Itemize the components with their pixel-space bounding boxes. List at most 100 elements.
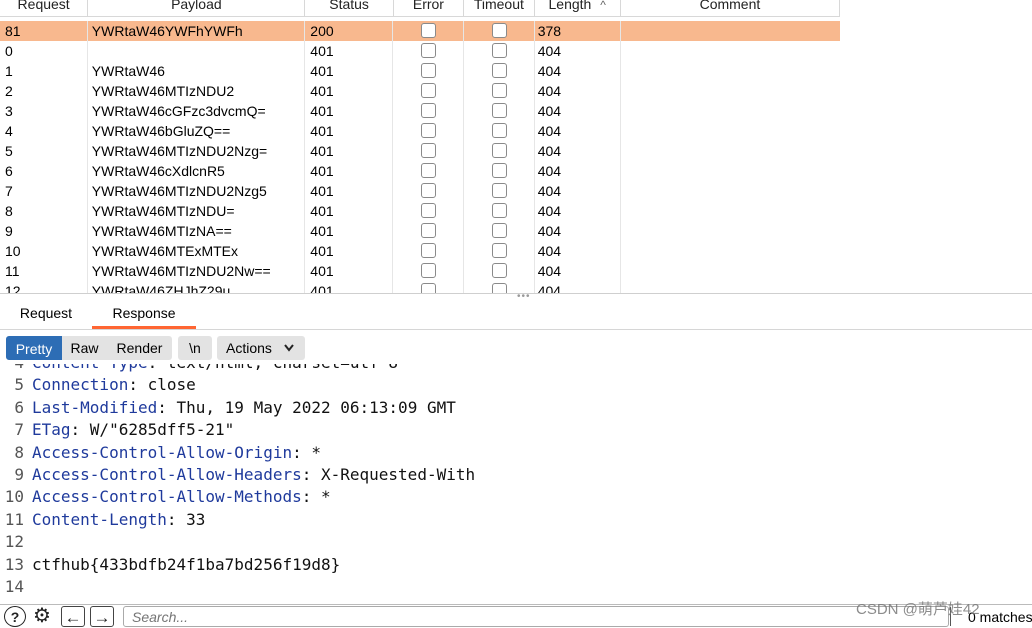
timeout-checkbox[interactable] (491, 83, 507, 98)
cell-payload: YWRtaW46MTExMTEx (88, 241, 306, 261)
error-checkbox[interactable] (421, 63, 437, 78)
error-checkbox[interactable] (421, 123, 437, 138)
column-header-request[interactable]: Request (0, 0, 89, 16)
timeout-checkbox[interactable] (491, 183, 507, 198)
cell-timeout (464, 241, 535, 261)
error-checkbox[interactable] (421, 283, 437, 293)
response-editor[interactable]: 4Content-Type: text/html; charset=utf-85… (0, 364, 1032, 605)
cell-length: 404 (535, 101, 621, 121)
error-checkbox[interactable] (421, 43, 437, 58)
table-header: Request Payload Status Error Timeout Len… (0, 0, 841, 17)
table-row[interactable]: 81 YWRtaW46YWFhYWFh 200 378 (0, 21, 840, 41)
error-checkbox[interactable] (421, 223, 437, 238)
cell-timeout (464, 61, 535, 81)
error-checkbox[interactable] (421, 163, 437, 178)
table-row[interactable]: 5 YWRtaW46MTIzNDU2Nzg= 401 404 (0, 141, 840, 161)
code-line: 4 Content-Type: text/html; charset=utf-8 (0, 364, 1032, 374)
cell-request: 81 (0, 21, 88, 41)
error-checkbox[interactable] (421, 83, 437, 98)
column-header-length[interactable]: Length ^ (535, 0, 621, 16)
cell-length: 404 (535, 281, 621, 293)
line-number: 9 (14, 465, 24, 484)
timeout-checkbox[interactable] (491, 23, 507, 38)
code-text: Content-Length: 33 (32, 509, 205, 531)
column-header-payload[interactable]: Payload (88, 0, 306, 16)
cell-error (393, 21, 464, 41)
timeout-checkbox[interactable] (491, 123, 507, 138)
timeout-checkbox[interactable] (491, 223, 507, 238)
cell-comment (621, 81, 840, 101)
error-checkbox[interactable] (421, 203, 437, 218)
table-row[interactable]: 3 YWRtaW46cGFzc3dvcmQ= 401 404 (0, 101, 840, 121)
cell-status: 401 (305, 141, 394, 161)
timeout-checkbox[interactable] (491, 243, 507, 258)
tab-response[interactable]: Response (92, 299, 196, 329)
header-name: Connection (32, 375, 129, 395)
render-button[interactable]: Render (107, 336, 172, 360)
table-row[interactable]: 12 YWRtaW46ZHJhZ29u 401 404 (0, 281, 840, 293)
cell-error (393, 161, 464, 181)
timeout-checkbox[interactable] (491, 163, 507, 178)
error-checkbox[interactable] (421, 263, 437, 278)
cell-error (393, 241, 464, 261)
cell-timeout (464, 261, 535, 281)
error-checkbox[interactable] (421, 143, 437, 158)
search-input[interactable] (123, 606, 949, 627)
code-text: Connection: close (32, 374, 196, 396)
line-number: 8 (14, 442, 24, 462)
cell-status: 401 (305, 101, 394, 121)
cell-request: 10 (0, 241, 88, 261)
column-header-comment[interactable]: Comment (621, 0, 841, 16)
code-line: 6 Last-Modified: Thu, 19 May 2022 06:13:0… (0, 397, 1032, 419)
raw-button[interactable]: Raw (62, 336, 107, 360)
table-row[interactable]: 1 YWRtaW46 401 404 (0, 61, 840, 81)
timeout-checkbox[interactable] (491, 263, 507, 278)
timeout-checkbox[interactable] (491, 283, 507, 293)
table-row[interactable]: 10 YWRtaW46MTExMTEx 401 404 (0, 241, 840, 261)
error-checkbox[interactable] (421, 243, 437, 258)
code-text: ctfhub{433bdfb24f1ba7bd256f19d8} (32, 554, 340, 576)
watermark: CSDN @萌芦娃42 (856, 601, 980, 618)
timeout-checkbox[interactable] (491, 143, 507, 158)
table-row[interactable]: 9 YWRtaW46MTIzNA== 401 404 (0, 221, 840, 241)
error-checkbox[interactable] (421, 23, 437, 38)
code-line: 8 Access-Control-Allow-Origin: * (0, 442, 1032, 464)
timeout-checkbox[interactable] (491, 103, 507, 118)
table-row[interactable]: 4 YWRtaW46bGluZQ== 401 404 (0, 121, 840, 141)
cell-payload: YWRtaW46cXdlcnR5 (88, 161, 306, 181)
next-match-button[interactable]: → (90, 606, 114, 627)
cell-length: 404 (535, 221, 621, 241)
message-tabs: Request Response (0, 299, 1032, 330)
show-newlines-button[interactable]: \n (178, 336, 212, 360)
table-row[interactable]: 6 YWRtaW46cXdlcnR5 401 404 (0, 161, 840, 181)
cell-payload: YWRtaW46MTIzNDU2 (88, 81, 306, 101)
table-row[interactable]: 11 YWRtaW46MTIzNDU2Nw== 401 404 (0, 261, 840, 281)
table-row[interactable]: 8 YWRtaW46MTIzNDU= 401 404 (0, 201, 840, 221)
error-checkbox[interactable] (421, 183, 437, 198)
header-name: Content-Length (32, 509, 167, 529)
cell-comment (621, 201, 840, 221)
table-row[interactable]: 7 YWRtaW46MTIzNDU2Nzg5 401 404 (0, 181, 840, 201)
column-header-status[interactable]: Status (305, 0, 394, 16)
cell-length: 404 (535, 81, 621, 101)
error-checkbox[interactable] (421, 103, 437, 118)
cell-request: 2 (0, 81, 88, 101)
line-number: 14 (4, 577, 24, 596)
tab-request[interactable]: Request (0, 299, 92, 329)
previous-match-button[interactable]: ← (61, 606, 85, 627)
table-row[interactable]: 2 YWRtaW46MTIzNDU2 401 404 (0, 81, 840, 101)
timeout-checkbox[interactable] (491, 63, 507, 78)
column-header-timeout[interactable]: Timeout (464, 0, 535, 16)
code-text: Last-Modified: Thu, 19 May 2022 06:13:09… (32, 397, 456, 419)
timeout-checkbox[interactable] (491, 43, 507, 58)
column-header-error[interactable]: Error (394, 0, 465, 16)
timeout-checkbox[interactable] (491, 203, 507, 218)
header-separator: : (301, 465, 321, 484)
settings-icon[interactable]: ⚙ (30, 606, 54, 627)
actions-dropdown[interactable]: Actions (217, 336, 305, 360)
help-icon[interactable]: ? (4, 606, 26, 627)
cell-request: 6 (0, 161, 88, 181)
pretty-button[interactable]: Pretty (6, 336, 62, 360)
header-value: X-Requested-With (320, 465, 476, 484)
table-row[interactable]: 0 401 404 (0, 41, 840, 61)
